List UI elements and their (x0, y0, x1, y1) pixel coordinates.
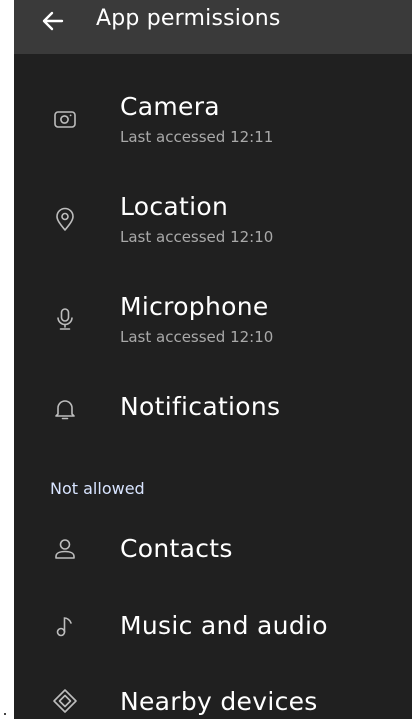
permission-label: Nearby devices (120, 687, 318, 716)
permission-item-notifications[interactable]: Notifications (14, 388, 412, 438)
permission-label: Notifications (120, 392, 281, 421)
person-icon (55, 539, 75, 559)
page-title: App permissions (96, 6, 281, 31)
permission-label: Music and audio (120, 611, 328, 640)
permission-item-contacts[interactable]: Contacts (14, 530, 412, 574)
permission-item-nearby-devices[interactable]: Nearby devices (14, 683, 412, 719)
bell-icon (55, 400, 75, 420)
back-arrow-icon[interactable] (40, 8, 66, 34)
section-header-not-allowed: Not allowed (50, 479, 145, 498)
permission-item-microphone[interactable]: Microphone Last accessed 12:10 (14, 288, 412, 368)
music-note-icon (56, 617, 72, 637)
permission-subtitle: Last accessed 12:10 (120, 328, 274, 346)
permission-item-location[interactable]: Location Last accessed 12:10 (14, 188, 412, 268)
permission-item-music-and-audio[interactable]: Music and audio (14, 607, 412, 651)
permission-label: Contacts (120, 534, 233, 563)
permission-subtitle: Last accessed 12:11 (120, 128, 274, 146)
permission-label: Camera (120, 92, 220, 121)
edge-mark (4, 713, 6, 715)
microphone-icon (57, 308, 73, 330)
nearby-devices-icon (53, 689, 77, 713)
permission-label: Microphone (120, 292, 269, 321)
camera-icon (54, 111, 76, 128)
permission-label: Location (120, 192, 229, 221)
app-permissions-screen: App permissions Camera Last accessed 12:… (14, 0, 412, 719)
location-pin-icon (56, 207, 74, 231)
permission-subtitle: Last accessed 12:10 (120, 228, 274, 246)
permission-item-camera[interactable]: Camera Last accessed 12:11 (14, 88, 412, 168)
top-app-bar: App permissions (14, 0, 412, 54)
